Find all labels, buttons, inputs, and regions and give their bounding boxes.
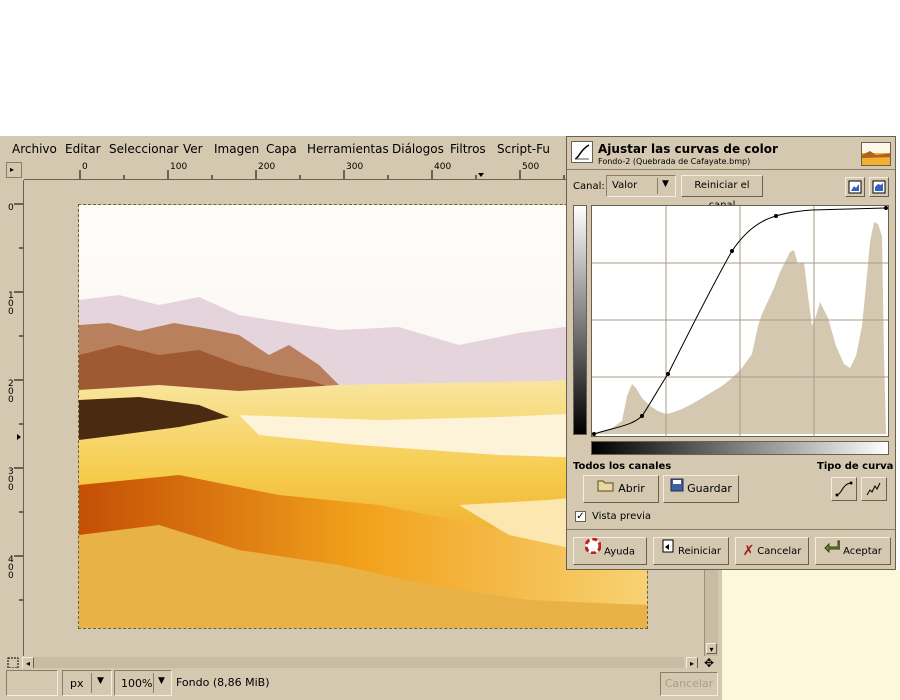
curve-type-label: Tipo de curva [817, 461, 894, 472]
ruler-corner-button[interactable]: ▸ [6, 162, 22, 178]
menu-imagen[interactable]: Imagen [214, 142, 259, 156]
ruler-label: 200 [258, 162, 276, 172]
smooth-curve-icon[interactable] [831, 477, 857, 501]
menu-seleccionar[interactable]: Seleccionar [109, 142, 178, 156]
cancel-button[interactable]: ✗ Cancelar [735, 537, 809, 565]
menu-script-fu[interactable]: Script-Fu [497, 142, 550, 156]
ruler-label: 300 [8, 467, 14, 493]
pointer-coords [6, 670, 58, 696]
ruler-label: 0 [82, 162, 88, 172]
ruler-label: 0 [8, 203, 14, 213]
open-label: Abrir [618, 482, 645, 495]
status-cancel-button[interactable]: Cancelar [660, 672, 718, 696]
desktop-background [722, 570, 900, 700]
help-label: Ayuda [604, 546, 635, 558]
landscape-photo [78, 204, 648, 629]
reset-channel-button[interactable]: Reiniciar el canal [681, 175, 763, 211]
channel-value: Valor [612, 180, 638, 191]
freehand-curve-icon[interactable] [861, 477, 887, 501]
ruler-label: 100 [8, 291, 14, 317]
ruler-label: 200 [8, 379, 14, 405]
ruler-label: 400 [8, 555, 14, 581]
cancel-label: Cancelar [757, 546, 802, 557]
folder-open-icon [597, 476, 615, 502]
ruler-label: 100 [170, 162, 188, 172]
ruler-label: 300 [346, 162, 364, 172]
preview-label: Vista previa [592, 511, 652, 522]
all-channels-label: Todos los canales [573, 461, 672, 472]
statusbar: px ▼ 100% ▼ Fondo (8,86 MiB) Cancelar [0, 668, 722, 700]
menu-capa[interactable]: Capa [266, 142, 297, 156]
menu-filtros[interactable]: Filtros [450, 142, 486, 156]
horizontal-gradient-bar [591, 441, 889, 455]
menu-arrow-icon: ▸ [10, 165, 15, 174]
reset-label: Reiniciar [677, 546, 722, 557]
curves-icon [571, 141, 593, 163]
accept-label: Aceptar [843, 546, 882, 557]
floppy-icon [670, 476, 684, 502]
channel-select[interactable]: Valor ▼ [606, 175, 676, 197]
preview-checkbox[interactable]: ✓ [575, 511, 586, 522]
reset-button[interactable]: Reiniciar [653, 537, 729, 565]
cancel-x-icon: ✗ [742, 543, 755, 559]
dropdown-arrow-icon: ▼ [97, 676, 104, 686]
save-button[interactable]: Guardar [663, 475, 739, 503]
curve-graph[interactable] [591, 205, 889, 437]
menu-dialogos[interactable]: Diálogos [392, 142, 444, 156]
scroll-down-icon[interactable]: ▾ [706, 643, 717, 654]
dropdown-arrow-icon: ▼ [662, 179, 669, 189]
layer-info: Fondo (8,86 MiB) [176, 676, 270, 689]
ruler-label: 400 [434, 162, 452, 172]
curve-graph-drawing [592, 206, 888, 436]
ruler-label: 500 [522, 162, 540, 172]
help-button[interactable]: Ayuda [573, 537, 647, 565]
channel-label: Canal: [573, 181, 605, 192]
dialog-subtitle: Fondo-2 (Quebrada de Cafayate.bmp) [598, 157, 751, 166]
menu-herramientas[interactable]: Herramientas [307, 142, 389, 156]
menu-editar[interactable]: Editar [65, 142, 101, 156]
accept-arrow-icon [824, 538, 841, 564]
unit-selector[interactable]: px ▼ [62, 670, 112, 696]
zoom-value: 100% [121, 677, 153, 690]
dialog-title: Ajustar las curvas de color [598, 142, 778, 156]
vertical-ruler-ticks [14, 203, 23, 601]
unit-value: px [70, 677, 84, 690]
menu-archivo[interactable]: Archivo [12, 142, 57, 156]
open-button[interactable]: Abrir [583, 475, 659, 503]
dropdown-arrow-icon: ▼ [158, 676, 165, 686]
curves-dialog: Ajustar las curvas de color Fondo-2 (Que… [566, 136, 896, 570]
log-histogram-icon[interactable] [869, 177, 889, 197]
photo-drawing [79, 205, 647, 628]
menu-ver[interactable]: Ver [183, 142, 203, 156]
zoom-selector[interactable]: 100% ▼ [114, 670, 172, 696]
accept-button[interactable]: Aceptar [815, 537, 891, 565]
save-label: Guardar [687, 482, 732, 495]
vertical-gradient-bar [573, 205, 587, 435]
vertical-ruler: 0 100 200 300 400 [6, 180, 24, 656]
revert-icon [661, 538, 675, 564]
lifebuoy-icon [584, 537, 602, 565]
linear-histogram-icon[interactable] [845, 177, 865, 197]
image-thumbnail [861, 142, 891, 166]
